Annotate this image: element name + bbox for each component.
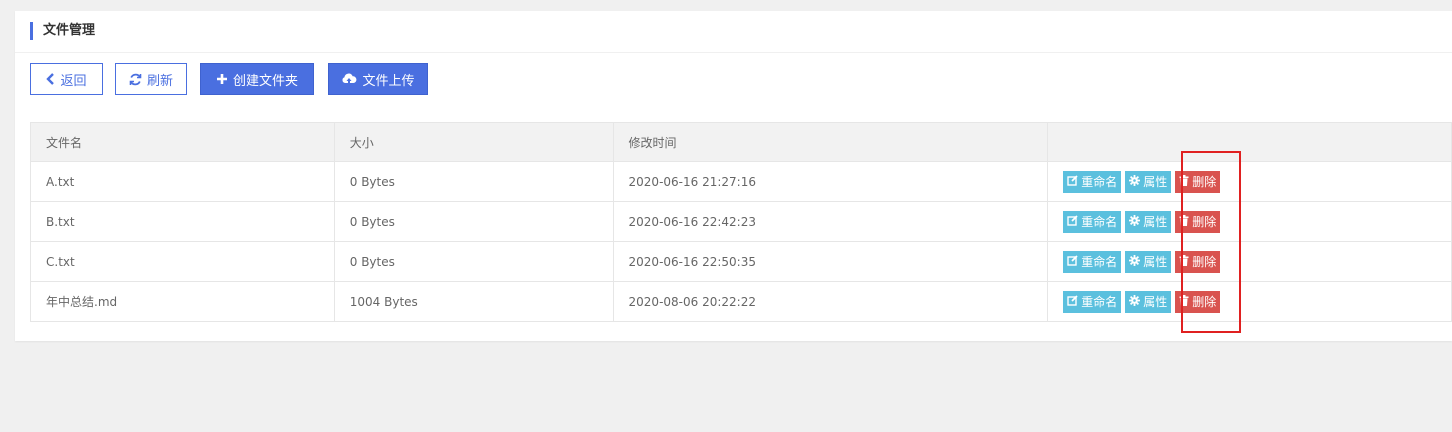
properties-button[interactable]: 属性	[1125, 250, 1172, 273]
refresh-label: 刷新	[146, 73, 173, 89]
properties-button[interactable]: 属性	[1125, 290, 1172, 313]
chevron-left-icon	[46, 73, 55, 85]
back-label: 返回	[60, 73, 87, 89]
rename-button[interactable]: 重命名	[1063, 250, 1122, 273]
rename-label: 重命名	[1081, 255, 1118, 269]
file-size-cell: 0 Bytes	[333, 201, 614, 242]
file-name-cell[interactable]: C.txt	[30, 241, 335, 282]
plus-icon	[216, 73, 228, 85]
actions-cell: 重命名 属性 删除	[1047, 161, 1452, 202]
file-modified-cell: 2020-06-16 21:27:16	[612, 161, 1049, 202]
delete-button[interactable]: 删除	[1175, 170, 1221, 193]
rename-button[interactable]: 重命名	[1063, 210, 1122, 233]
delete-button[interactable]: 删除	[1175, 250, 1221, 273]
delete-button[interactable]: 删除	[1175, 290, 1221, 313]
actions-cell: 重命名 属性 删除	[1047, 201, 1452, 242]
trash-icon	[1179, 294, 1189, 309]
rename-button[interactable]: 重命名	[1063, 290, 1122, 313]
file-table: 文件名 大小 修改时间 A.txt 0 Bytes 2020-06-16 21:…	[30, 122, 1452, 322]
file-name-cell[interactable]: B.txt	[30, 201, 335, 242]
properties-button[interactable]: 属性	[1125, 170, 1172, 193]
column-header-size[interactable]: 大小	[333, 122, 614, 162]
rename-label: 重命名	[1081, 175, 1118, 189]
edit-icon	[1067, 254, 1078, 269]
delete-label: 删除	[1192, 175, 1217, 189]
delete-label: 删除	[1192, 255, 1217, 269]
create-folder-button[interactable]: 创建文件夹	[200, 63, 314, 95]
file-size-cell: 0 Bytes	[333, 241, 614, 282]
edit-icon	[1067, 174, 1078, 189]
column-header-actions	[1047, 122, 1452, 162]
gear-icon	[1129, 174, 1141, 189]
gear-icon	[1129, 254, 1141, 269]
upload-file-button[interactable]: 文件上传	[328, 63, 428, 95]
properties-label: 属性	[1143, 215, 1168, 229]
properties-label: 属性	[1143, 255, 1168, 269]
row-actions: 重命名 属性 删除	[1063, 290, 1451, 313]
row-actions: 重命名 属性 删除	[1063, 210, 1451, 233]
table-row[interactable]: 年中总结.md 1004 Bytes 2020-08-06 20:22:22 重…	[30, 281, 1452, 322]
rename-button[interactable]: 重命名	[1063, 170, 1122, 193]
file-modified-cell: 2020-06-16 22:50:35	[612, 241, 1049, 282]
edit-icon	[1067, 214, 1078, 229]
delete-button[interactable]: 删除	[1175, 210, 1221, 233]
refresh-icon	[129, 73, 142, 86]
create-folder-label: 创建文件夹	[232, 73, 298, 89]
gear-icon	[1129, 294, 1141, 309]
gear-icon	[1129, 214, 1141, 229]
panel-header: 文件管理	[15, 11, 1452, 53]
column-header-filename[interactable]: 文件名	[30, 122, 335, 162]
file-size-cell: 1004 Bytes	[333, 281, 614, 322]
trash-icon	[1179, 254, 1189, 269]
page-title: 文件管理	[43, 23, 96, 38]
file-name-cell[interactable]: A.txt	[30, 161, 335, 202]
properties-label: 属性	[1143, 295, 1168, 309]
properties-button[interactable]: 属性	[1125, 210, 1172, 233]
row-actions: 重命名 属性 删除	[1063, 170, 1451, 193]
file-modified-cell: 2020-08-06 20:22:22	[612, 281, 1049, 322]
edit-icon	[1067, 294, 1078, 309]
rename-label: 重命名	[1081, 215, 1118, 229]
cloud-upload-icon	[341, 73, 357, 86]
back-button[interactable]: 返回	[30, 63, 103, 95]
header-accent-bar	[30, 22, 33, 40]
column-header-modified[interactable]: 修改时间	[612, 122, 1049, 162]
delete-label: 删除	[1192, 215, 1217, 229]
file-size-cell: 0 Bytes	[333, 161, 614, 202]
table-row[interactable]: C.txt 0 Bytes 2020-06-16 22:50:35 重命名 属性…	[30, 241, 1452, 282]
trash-icon	[1179, 214, 1189, 229]
properties-label: 属性	[1143, 175, 1168, 189]
table-row[interactable]: B.txt 0 Bytes 2020-06-16 22:42:23 重命名 属性…	[30, 201, 1452, 242]
trash-icon	[1179, 174, 1189, 189]
file-modified-cell: 2020-06-16 22:42:23	[612, 201, 1049, 242]
actions-cell: 重命名 属性 删除	[1047, 241, 1452, 282]
upload-file-label: 文件上传	[362, 73, 415, 89]
refresh-button[interactable]: 刷新	[115, 63, 187, 95]
file-name-cell[interactable]: 年中总结.md	[30, 281, 335, 322]
delete-label: 删除	[1192, 295, 1217, 309]
table-row[interactable]: A.txt 0 Bytes 2020-06-16 21:27:16 重命名 属性…	[30, 161, 1452, 202]
actions-cell: 重命名 属性 删除	[1047, 281, 1452, 322]
row-actions: 重命名 属性 删除	[1063, 250, 1451, 273]
table-header-row: 文件名 大小 修改时间	[30, 122, 1452, 162]
rename-label: 重命名	[1081, 295, 1118, 309]
